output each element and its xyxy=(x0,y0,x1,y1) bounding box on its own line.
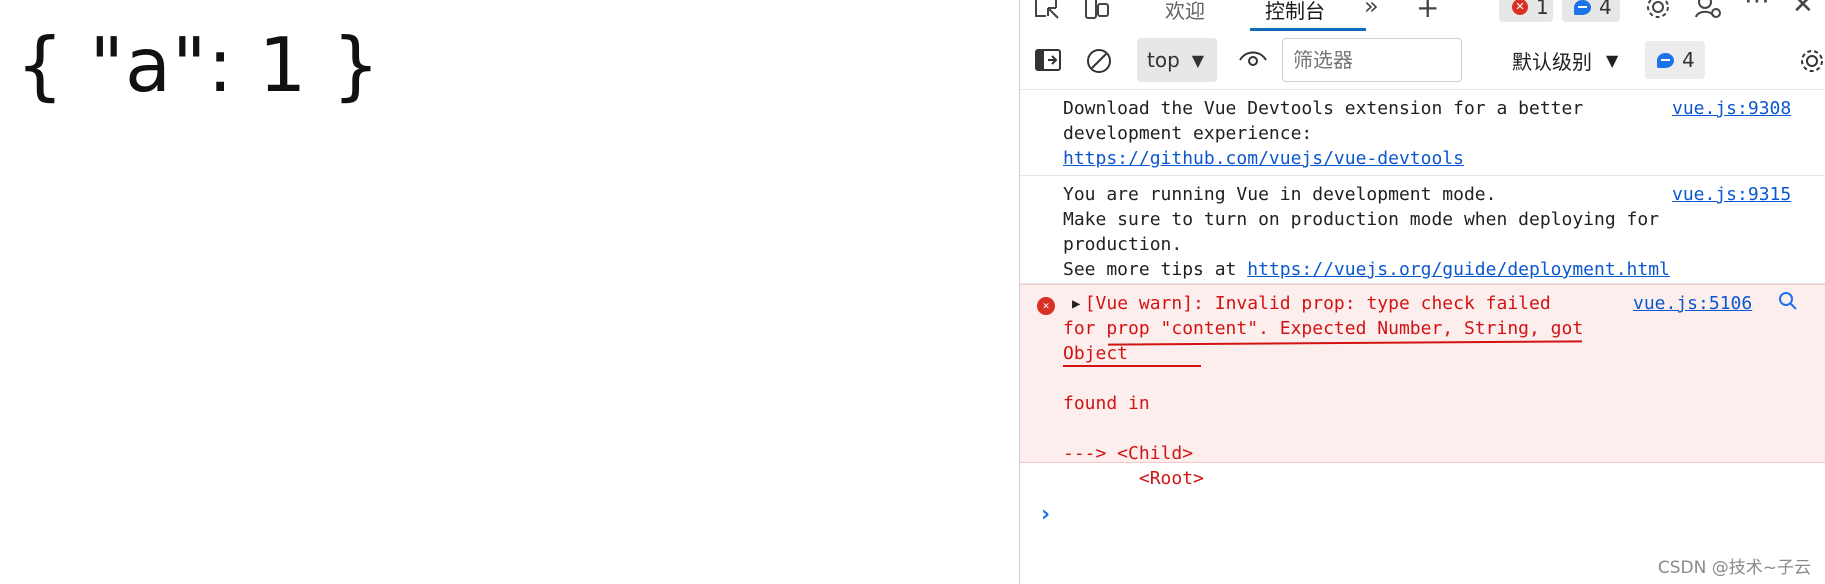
issues-badge[interactable]: 4 xyxy=(1645,41,1705,79)
message-icon xyxy=(1657,52,1674,68)
annotation-underline xyxy=(1063,365,1201,367)
error-count-badge[interactable]: ✕ 1 xyxy=(1499,0,1553,22)
console-message: Download the Vue Devtools extension for … xyxy=(1020,90,1825,176)
sidebar-toggle-icon[interactable] xyxy=(1034,48,1062,72)
search-icon[interactable] xyxy=(1777,290,1799,312)
devtools-tabbar: 欢迎 控制台 » + ✕ 1 4 ⋯ ✕ xyxy=(1020,0,1825,32)
chevron-down-icon: ▼ xyxy=(1191,50,1205,70)
source-link[interactable]: vue.js:9315 xyxy=(1672,182,1791,207)
console-error-message: ✕ ▶ [Vue warn]: Invalid prop: type check… xyxy=(1020,284,1825,489)
watermark: CSDN @技术~子云 xyxy=(1657,558,1811,578)
more-tabs-chevron-icon[interactable]: » xyxy=(1364,0,1379,20)
log-level-dropdown[interactable]: 默认级别 ▼ xyxy=(1512,41,1618,79)
inspect-element-icon[interactable] xyxy=(1034,0,1060,20)
message-count-badge[interactable]: 4 xyxy=(1562,0,1620,22)
devtools-panel: 欢迎 控制台 » + ✕ 1 4 ⋯ ✕ top ▼ 筛选器 默认级别 ▼ 4 … xyxy=(1019,0,1825,584)
tab-welcome[interactable]: 欢迎 xyxy=(1165,0,1205,24)
error-icon: ✕ xyxy=(1512,0,1528,15)
error-icon: ✕ xyxy=(1037,297,1055,315)
console-input[interactable] xyxy=(1070,490,1810,530)
chevron-down-icon: ▼ xyxy=(1606,50,1619,70)
device-emulation-icon[interactable] xyxy=(1084,0,1110,22)
gear-icon[interactable] xyxy=(1644,0,1672,21)
tab-console[interactable]: 控制台 xyxy=(1265,0,1325,24)
console-settings-gear-icon[interactable] xyxy=(1798,47,1825,75)
close-icon[interactable]: ✕ xyxy=(1792,0,1814,20)
json-output-text: { "a": 1 } xyxy=(16,21,381,109)
active-tab-indicator xyxy=(1250,28,1366,31)
deployment-guide-link[interactable]: https://vuejs.org/guide/deployment.html xyxy=(1247,259,1670,280)
console-messages: Download the Vue Devtools extension for … xyxy=(1020,90,1825,584)
source-link[interactable]: vue.js:9308 xyxy=(1672,96,1791,121)
add-tab-icon[interactable]: + xyxy=(1416,0,1439,24)
page-viewport: { "a": 1 } xyxy=(0,0,1019,584)
feedback-icon[interactable] xyxy=(1694,0,1722,21)
clear-console-icon[interactable] xyxy=(1085,47,1113,75)
source-link[interactable]: vue.js:5106 xyxy=(1633,291,1752,316)
devtools-extension-link[interactable]: https://github.com/vuejs/vue-devtools xyxy=(1063,148,1464,169)
message-icon xyxy=(1574,0,1591,15)
context-selector[interactable]: top ▼ xyxy=(1137,38,1217,82)
console-message: You are running Vue in development mode.… xyxy=(1020,176,1825,284)
live-expression-eye-icon[interactable] xyxy=(1238,48,1268,72)
more-options-icon[interactable]: ⋯ xyxy=(1744,0,1770,16)
filter-input[interactable] xyxy=(1282,38,1462,82)
console-toolbar: top ▼ 默认级别 ▼ 4 xyxy=(1020,35,1825,90)
console-prompt-chevron-icon[interactable]: › xyxy=(1041,502,1050,527)
